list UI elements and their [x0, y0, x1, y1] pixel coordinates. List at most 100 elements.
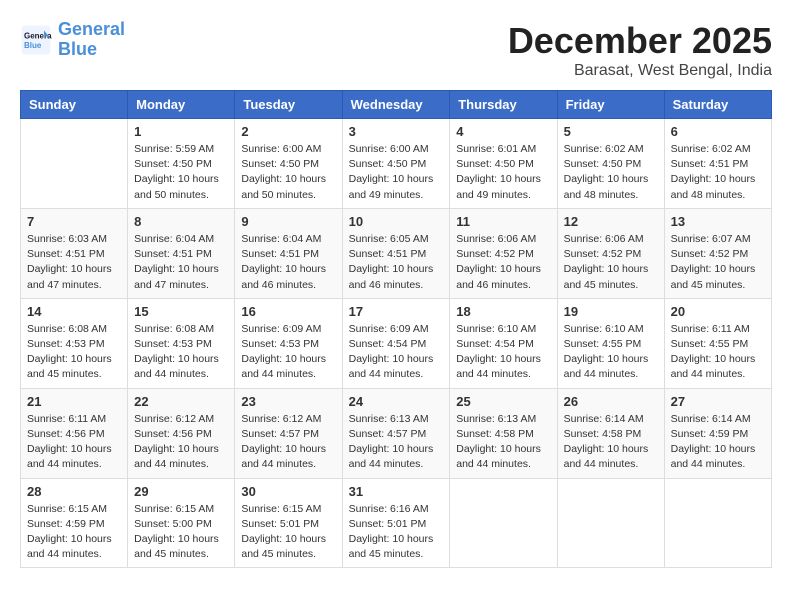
week-row-4: 21 Sunrise: 6:11 AMSunset: 4:56 PMDayligh… [21, 388, 772, 478]
calendar-header-row: SundayMondayTuesdayWednesdayThursdayFrid… [21, 91, 772, 119]
day-number: 26 [564, 394, 658, 409]
day-number: 12 [564, 214, 658, 229]
day-info: Sunrise: 6:09 AMSunset: 4:53 PMDaylight:… [241, 322, 335, 383]
day-number: 25 [456, 394, 550, 409]
col-header-wednesday: Wednesday [342, 91, 450, 119]
title-block: December 2025 Barasat, West Bengal, Indi… [508, 20, 772, 80]
calendar-cell: 3Sunrise: 6:00 AMSunset: 4:50 PMDaylight… [342, 119, 450, 209]
day-number: 11 [456, 214, 550, 229]
day-number: 2 [241, 124, 335, 139]
calendar-cell: 18 Sunrise: 6:10 AMSunset: 4:54 PMDayligh… [450, 298, 557, 388]
col-header-monday: Monday [128, 91, 235, 119]
calendar-cell: 29 Sunrise: 6:15 AMSunset: 5:00 PMDayligh… [128, 478, 235, 568]
calendar-cell: 19 Sunrise: 6:10 AMSunset: 4:55 PMDayligh… [557, 298, 664, 388]
calendar-cell: 8Sunrise: 6:04 AMSunset: 4:51 PMDaylight… [128, 208, 235, 298]
calendar-cell: 21 Sunrise: 6:11 AMSunset: 4:56 PMDayligh… [21, 388, 128, 478]
calendar-cell: 24 Sunrise: 6:13 AMSunset: 4:57 PMDayligh… [342, 388, 450, 478]
day-info: Sunrise: 6:11 AMSunset: 4:55 PMDaylight:… [671, 322, 765, 383]
day-info: Sunrise: 6:02 AMSunset: 4:50 PMDaylight:… [564, 142, 658, 203]
day-info: Sunrise: 6:08 AMSunset: 4:53 PMDaylight:… [27, 322, 121, 383]
calendar-cell: 15Sunrise: 6:08 AMSunset: 4:53 PMDayligh… [128, 298, 235, 388]
col-header-thursday: Thursday [450, 91, 557, 119]
day-info: Sunrise: 6:03 AMSunset: 4:51 PMDaylight:… [27, 232, 121, 293]
day-info: Sunrise: 6:15 AMSunset: 5:00 PMDaylight:… [134, 502, 228, 563]
day-number: 23 [241, 394, 335, 409]
day-info: Sunrise: 6:01 AMSunset: 4:50 PMDaylight:… [456, 142, 550, 203]
month-title: December 2025 [508, 20, 772, 62]
day-info: Sunrise: 6:15 AMSunset: 5:01 PMDaylight:… [241, 502, 335, 563]
calendar-cell: 4 Sunrise: 6:01 AMSunset: 4:50 PMDaylight… [450, 119, 557, 209]
day-number: 29 [134, 484, 228, 499]
calendar-cell: 5 Sunrise: 6:02 AMSunset: 4:50 PMDaylight… [557, 119, 664, 209]
week-row-3: 14 Sunrise: 6:08 AMSunset: 4:53 PMDayligh… [21, 298, 772, 388]
day-number: 27 [671, 394, 765, 409]
calendar-cell: 16 Sunrise: 6:09 AMSunset: 4:53 PMDayligh… [235, 298, 342, 388]
week-row-2: 7Sunrise: 6:03 AMSunset: 4:51 PMDaylight… [21, 208, 772, 298]
day-info: Sunrise: 6:06 AMSunset: 4:52 PMDaylight:… [456, 232, 550, 293]
col-header-sunday: Sunday [21, 91, 128, 119]
logo-icon: General Blue [20, 24, 52, 56]
calendar-cell: 11 Sunrise: 6:06 AMSunset: 4:52 PMDayligh… [450, 208, 557, 298]
day-number: 16 [241, 304, 335, 319]
day-info: Sunrise: 6:12 AMSunset: 4:56 PMDaylight:… [134, 412, 228, 473]
day-info: Sunrise: 5:59 AMSunset: 4:50 PMDaylight:… [134, 142, 228, 203]
calendar-cell: 1 Sunrise: 5:59 AMSunset: 4:50 PMDaylight… [128, 119, 235, 209]
calendar-cell: 10Sunrise: 6:05 AMSunset: 4:51 PMDayligh… [342, 208, 450, 298]
day-info: Sunrise: 6:10 AMSunset: 4:55 PMDaylight:… [564, 322, 658, 383]
day-number: 17 [349, 304, 444, 319]
day-number: 15 [134, 304, 228, 319]
day-info: Sunrise: 6:15 AMSunset: 4:59 PMDaylight:… [27, 502, 121, 563]
day-number: 20 [671, 304, 765, 319]
calendar-cell [557, 478, 664, 568]
day-info: Sunrise: 6:16 AMSunset: 5:01 PMDaylight:… [349, 502, 444, 563]
day-number: 14 [27, 304, 121, 319]
week-row-1: 1 Sunrise: 5:59 AMSunset: 4:50 PMDaylight… [21, 119, 772, 209]
calendar-cell: 14 Sunrise: 6:08 AMSunset: 4:53 PMDayligh… [21, 298, 128, 388]
logo: General Blue GeneralBlue [20, 20, 125, 60]
day-number: 19 [564, 304, 658, 319]
day-number: 10 [349, 214, 444, 229]
calendar-cell: 27 Sunrise: 6:14 AMSunset: 4:59 PMDayligh… [664, 388, 771, 478]
day-info: Sunrise: 6:13 AMSunset: 4:58 PMDaylight:… [456, 412, 550, 473]
calendar-cell: 30 Sunrise: 6:15 AMSunset: 5:01 PMDayligh… [235, 478, 342, 568]
day-number: 6 [671, 124, 765, 139]
calendar-cell: 12 Sunrise: 6:06 AMSunset: 4:52 PMDayligh… [557, 208, 664, 298]
day-info: Sunrise: 6:04 AMSunset: 4:51 PMDaylight:… [134, 232, 228, 293]
day-info: Sunrise: 6:00 AMSunset: 4:50 PMDaylight:… [349, 142, 444, 203]
day-number: 21 [27, 394, 121, 409]
day-number: 31 [349, 484, 444, 499]
calendar-cell: 6Sunrise: 6:02 AMSunset: 4:51 PMDaylight… [664, 119, 771, 209]
logo-text: GeneralBlue [58, 20, 125, 60]
day-info: Sunrise: 6:00 AMSunset: 4:50 PMDaylight:… [241, 142, 335, 203]
day-number: 13 [671, 214, 765, 229]
calendar-cell: 22 Sunrise: 6:12 AMSunset: 4:56 PMDayligh… [128, 388, 235, 478]
day-number: 24 [349, 394, 444, 409]
calendar-cell: 31 Sunrise: 6:16 AMSunset: 5:01 PMDayligh… [342, 478, 450, 568]
calendar-table: SundayMondayTuesdayWednesdayThursdayFrid… [20, 90, 772, 568]
day-info: Sunrise: 6:10 AMSunset: 4:54 PMDaylight:… [456, 322, 550, 383]
col-header-saturday: Saturday [664, 91, 771, 119]
col-header-tuesday: Tuesday [235, 91, 342, 119]
calendar-cell: 9Sunrise: 6:04 AMSunset: 4:51 PMDaylight… [235, 208, 342, 298]
col-header-friday: Friday [557, 91, 664, 119]
day-info: Sunrise: 6:06 AMSunset: 4:52 PMDaylight:… [564, 232, 658, 293]
calendar-cell: 25 Sunrise: 6:13 AMSunset: 4:58 PMDayligh… [450, 388, 557, 478]
day-info: Sunrise: 6:13 AMSunset: 4:57 PMDaylight:… [349, 412, 444, 473]
calendar-cell [664, 478, 771, 568]
day-number: 1 [134, 124, 228, 139]
day-number: 4 [456, 124, 550, 139]
calendar-cell: 17Sunrise: 6:09 AMSunset: 4:54 PMDayligh… [342, 298, 450, 388]
day-info: Sunrise: 6:14 AMSunset: 4:59 PMDaylight:… [671, 412, 765, 473]
location: Barasat, West Bengal, India [508, 62, 772, 80]
calendar-cell [21, 119, 128, 209]
calendar-cell: 7Sunrise: 6:03 AMSunset: 4:51 PMDaylight… [21, 208, 128, 298]
day-number: 18 [456, 304, 550, 319]
day-number: 22 [134, 394, 228, 409]
day-number: 5 [564, 124, 658, 139]
day-number: 30 [241, 484, 335, 499]
day-info: Sunrise: 6:12 AMSunset: 4:57 PMDaylight:… [241, 412, 335, 473]
calendar-cell: 20 Sunrise: 6:11 AMSunset: 4:55 PMDayligh… [664, 298, 771, 388]
day-info: Sunrise: 6:07 AMSunset: 4:52 PMDaylight:… [671, 232, 765, 293]
calendar-cell: 2 Sunrise: 6:00 AMSunset: 4:50 PMDaylight… [235, 119, 342, 209]
day-info: Sunrise: 6:11 AMSunset: 4:56 PMDaylight:… [27, 412, 121, 473]
